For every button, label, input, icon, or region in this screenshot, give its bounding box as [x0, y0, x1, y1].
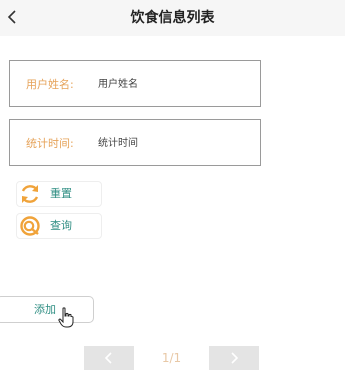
search-label: 查询 [50, 219, 72, 232]
page-title: 饮食信息列表 [130, 10, 215, 26]
reset-label: 重置 [50, 187, 72, 200]
username-field: 用户姓名: [9, 60, 261, 107]
next-page-button[interactable] [209, 346, 259, 370]
top-bar: 饮食信息列表 [0, 0, 345, 36]
add-button[interactable]: 添加 [0, 296, 94, 323]
time-field: 统计时间: [9, 119, 261, 166]
refresh-icon [21, 185, 39, 203]
chevron-right-icon [231, 352, 239, 364]
time-label: 统计时间: [26, 137, 74, 150]
search-icon [20, 216, 40, 236]
search-button[interactable]: 查询 [16, 213, 102, 239]
chevron-left-icon [104, 352, 112, 364]
time-input[interactable] [98, 132, 248, 154]
hand-cursor-icon [58, 307, 74, 328]
reset-button[interactable]: 重置 [16, 181, 102, 207]
prev-page-button[interactable] [84, 346, 134, 370]
page-indicator: 1/1 [161, 351, 182, 365]
username-input[interactable] [98, 73, 248, 95]
username-label: 用户姓名: [26, 78, 74, 91]
